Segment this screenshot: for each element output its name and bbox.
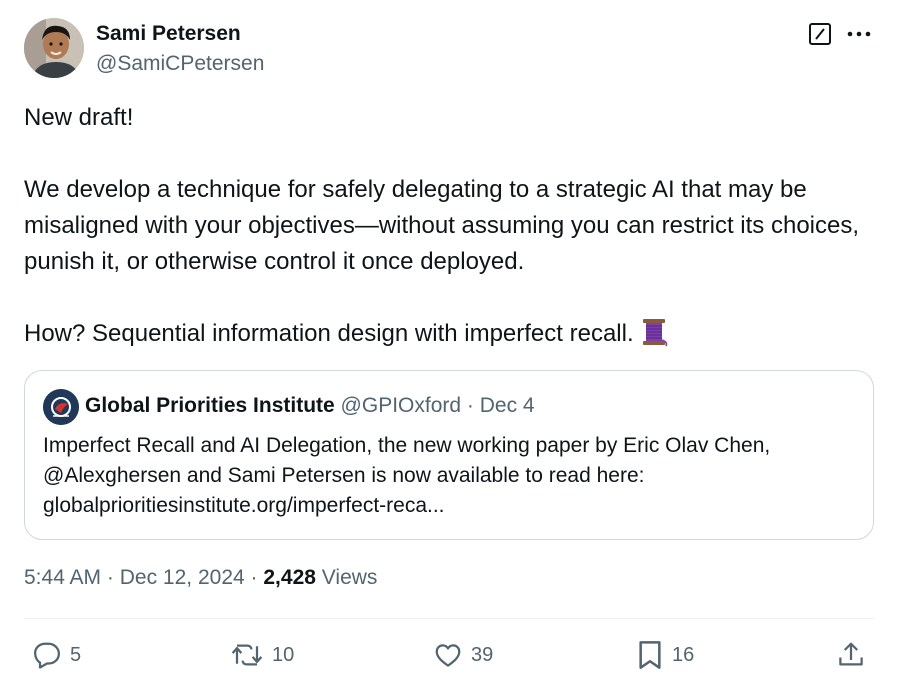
like-button[interactable]: 39 (433, 638, 493, 672)
tweet-meta: 5:44 AM · Dec 12, 2024 · 2,428 Views (24, 566, 377, 590)
quoted-date[interactable]: Dec 4 (480, 394, 535, 417)
author-avatar[interactable] (24, 18, 84, 78)
share-button[interactable] (836, 638, 866, 672)
tweet-line-1: New draft! (24, 104, 134, 131)
tweet-line-3-wrap: How? Sequential information design with … (24, 316, 874, 359)
meta-separator: · (106, 566, 114, 589)
divider (24, 618, 874, 619)
reply-icon (34, 642, 60, 669)
author-handle[interactable]: @SamiCPetersen (96, 52, 264, 76)
reply-count: 5 (70, 643, 82, 666)
tweet-time[interactable]: 5:44 AM (24, 566, 101, 589)
quoted-tweet[interactable]: Global Priorities Institute @GPIOxford ·… (24, 370, 874, 540)
tweet-header: Sami Petersen @SamiCPetersen (24, 18, 874, 80)
repost-count: 10 (272, 643, 295, 666)
tweet-line-3: How? Sequential information design with … (24, 320, 634, 347)
tweet-body: New draft! We develop a technique for sa… (24, 100, 874, 359)
quoted-handle[interactable]: @GPIOxford (341, 394, 462, 417)
quoted-header: Global Priorities Institute @GPIOxford ·… (85, 394, 535, 418)
tweet-line-2: We develop a technique for safely delega… (24, 176, 860, 275)
like-count: 39 (471, 643, 494, 666)
repost-icon (231, 644, 263, 666)
more-icon[interactable] (846, 22, 872, 46)
grok-icon[interactable] (808, 22, 832, 46)
quoted-separator: · (466, 394, 474, 417)
repost-button[interactable]: 10 (230, 638, 294, 672)
bookmark-button[interactable]: 16 (636, 638, 694, 672)
share-icon (839, 642, 863, 666)
thread-spool-emoji (638, 316, 670, 359)
tweet-date[interactable]: Dec 12, 2024 (120, 566, 245, 589)
bookmark-icon (639, 641, 661, 669)
views-count: 2,428 (263, 566, 316, 589)
quoted-name[interactable]: Global Priorities Institute (85, 394, 335, 417)
bookmark-count: 16 (672, 643, 695, 666)
quoted-text: Imperfect Recall and AI Delegation, the … (43, 434, 771, 517)
views-label: Views (321, 566, 378, 589)
quoted-avatar[interactable] (43, 389, 79, 425)
meta-separator: · (250, 566, 258, 589)
author-name[interactable]: Sami Petersen (96, 22, 241, 46)
like-icon (435, 644, 461, 667)
reply-button[interactable]: 5 (32, 638, 81, 672)
